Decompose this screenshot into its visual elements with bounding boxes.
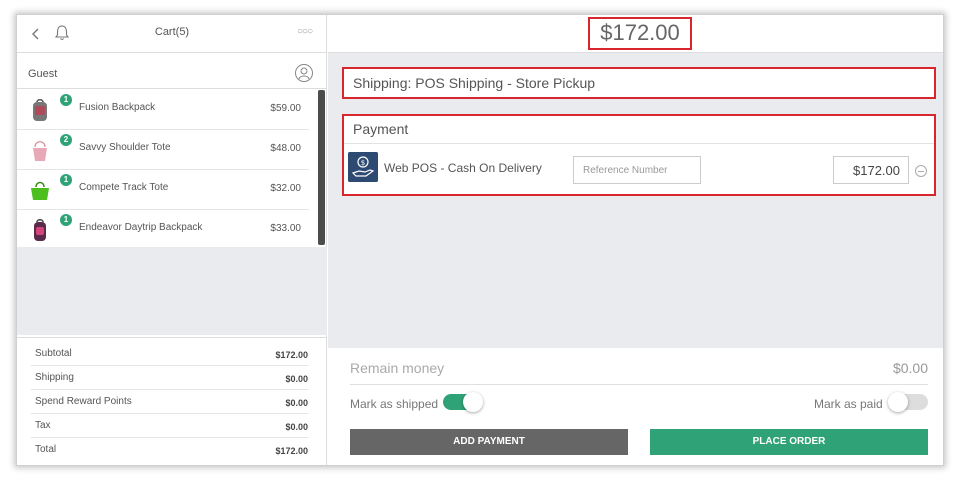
totals-label: Spend Reward Points <box>35 396 132 407</box>
remain-money-value: $0.00 <box>892 360 928 376</box>
pos-window: Cart(5) ○○○ Guest 1 Fusion Backpack $59.… <box>16 14 944 466</box>
item-qty-badge: 1 <box>60 174 72 186</box>
mark-paid-label: Mark as paid <box>814 397 883 411</box>
grand-total: $172.00 <box>588 17 692 50</box>
item-qty-badge: 1 <box>60 94 72 106</box>
item-price: $33.00 <box>270 223 301 234</box>
cart-item-list: 1 Fusion Backpack $59.00 2 Savvy Shoulde… <box>17 90 327 246</box>
cart-topbar: Cart(5) ○○○ <box>17 15 327 53</box>
svg-text:$: $ <box>361 159 365 167</box>
payment-amount-input[interactable] <box>833 156 909 184</box>
cart-panel: Cart(5) ○○○ Guest 1 Fusion Backpack $59.… <box>17 15 327 465</box>
cart-item[interactable]: 1 Fusion Backpack $59.00 <box>17 90 309 130</box>
item-price: $48.00 <box>270 143 301 154</box>
payment-section: Payment $ Web POS - Cash On Delivery <box>342 114 936 196</box>
cart-item[interactable]: 2 Savvy Shoulder Tote $48.00 <box>17 130 309 170</box>
totals-row-shipping: Shipping $0.00 <box>31 366 308 390</box>
cash-hand-icon: $ <box>348 152 378 182</box>
remain-money-label: Remain money <box>350 360 445 376</box>
mark-shipped-label: Mark as shipped <box>350 397 439 411</box>
checkout-header: $172.00 <box>328 15 943 53</box>
payment-method-name: Web POS - Cash On Delivery <box>384 161 542 175</box>
totals-value: $0.00 <box>285 374 308 384</box>
payment-divider <box>344 143 934 144</box>
totals-label: Subtotal <box>35 348 72 359</box>
product-thumbnail <box>31 181 49 200</box>
item-name: Compete Track Tote <box>79 182 169 193</box>
cart-empty-area <box>17 247 327 335</box>
item-name: Savvy Shoulder Tote <box>79 142 171 153</box>
cart-title: Cart(5) <box>154 26 190 38</box>
item-price: $32.00 <box>270 183 301 194</box>
totals-row-subtotal: Subtotal $172.00 <box>31 342 308 366</box>
totals-label: Total <box>35 444 57 455</box>
totals-row-tax: Tax $0.00 <box>31 414 308 438</box>
cart-scrollbar[interactable] <box>318 90 325 245</box>
totals-row-reward-points: Spend Reward Points $0.00 <box>31 390 308 414</box>
checkout-body: Shipping: POS Shipping - Store Pickup Pa… <box>328 53 943 348</box>
place-order-button[interactable]: PLACE ORDER <box>650 429 928 455</box>
shipping-method-label: Shipping: POS Shipping - Store Pickup <box>353 75 596 91</box>
remove-icon[interactable] <box>915 165 927 177</box>
customer-icon[interactable] <box>294 63 314 83</box>
totals-value: $0.00 <box>285 398 308 408</box>
checkout-panel: $172.00 Shipping: POS Shipping - Store P… <box>328 15 943 465</box>
cart-item[interactable]: 1 Endeavor Daytrip Backpack $33.00 <box>17 210 309 250</box>
remain-money-row: Remain money $0.00 <box>350 355 928 385</box>
product-thumbnail <box>33 141 47 161</box>
toggle-knob <box>463 392 483 412</box>
item-price: $59.00 <box>270 103 301 114</box>
more-icon[interactable]: ○○○ <box>297 26 317 40</box>
item-name: Endeavor Daytrip Backpack <box>79 222 203 233</box>
cart-item[interactable]: 1 Compete Track Tote $32.00 <box>17 170 309 210</box>
reference-number-input[interactable] <box>573 156 701 184</box>
payment-title: Payment <box>353 121 409 137</box>
mark-shipped-toggle[interactable] <box>443 392 483 412</box>
mark-paid-toggle[interactable] <box>888 392 928 412</box>
add-payment-button[interactable]: ADD PAYMENT <box>350 429 628 455</box>
item-qty-badge: 1 <box>60 214 72 226</box>
toggle-knob <box>888 392 908 412</box>
totals-value: $0.00 <box>285 422 308 432</box>
customer-name: Guest <box>28 68 58 80</box>
customer-bar[interactable]: Guest <box>17 61 327 89</box>
totals-value: $172.00 <box>275 446 308 456</box>
shipping-method[interactable]: Shipping: POS Shipping - Store Pickup <box>342 67 936 99</box>
totals-row-total: Total $172.00 <box>31 438 308 462</box>
cart-totals: Subtotal $172.00 Shipping $0.00 Spend Re… <box>17 337 327 465</box>
totals-label: Shipping <box>35 372 74 383</box>
product-thumbnail <box>34 219 46 241</box>
product-thumbnail <box>33 99 47 121</box>
mark-options-row: Mark as shipped Mark as paid <box>350 392 928 417</box>
totals-value: $172.00 <box>275 350 308 360</box>
totals-label: Tax <box>35 420 51 431</box>
item-qty-badge: 2 <box>60 134 72 146</box>
item-name: Fusion Backpack <box>79 102 156 113</box>
